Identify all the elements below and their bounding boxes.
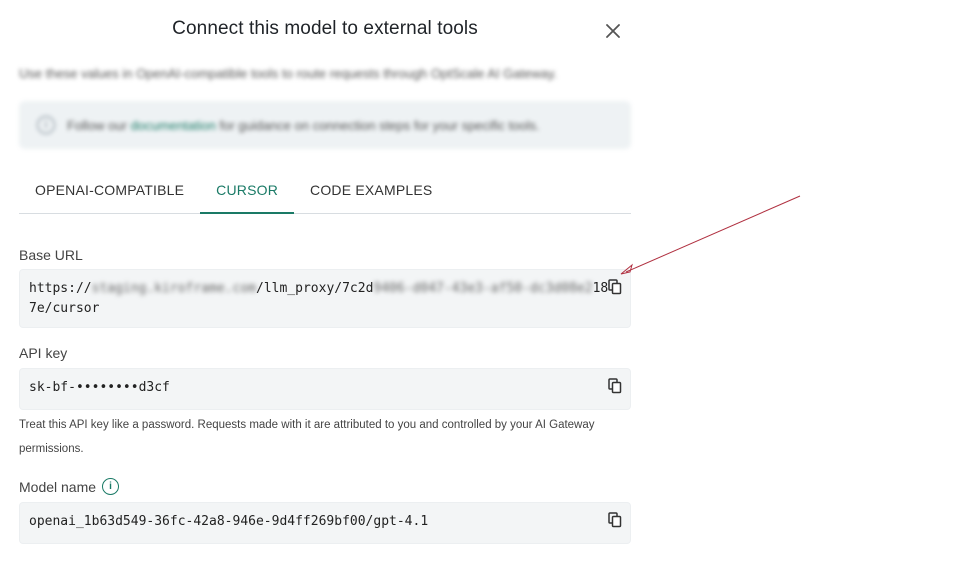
connect-dialog: Connect this model to external tools Use… [0,0,968,565]
api-key-value: sk-bf-••••••••d3cf [29,380,170,395]
base-url-scheme: https:// [29,281,92,296]
tab-cursor[interactable]: CURSOR [200,166,294,214]
dialog-subtitle: Use these values in OpenAI-compatible to… [19,66,558,81]
base-url-id-masked: 9406-d047-43e3-af50-dc3d08e2 [373,281,593,296]
documentation-link[interactable]: documentation [131,118,216,133]
info-icon[interactable]: i [102,478,120,495]
model-name-label: Model name i [19,478,120,495]
copy-model-name-button[interactable] [608,512,622,528]
api-key-field[interactable]: sk-bf-••••••••d3cf [19,368,631,410]
model-name-label-text: Model name [19,478,97,495]
model-name-field[interactable]: openai_1b63d549-36fc-42a8-946e-9d4ff269b… [19,502,631,544]
copy-base-url-button[interactable] [608,279,622,295]
model-name-value: openai_1b63d549-36fc-42a8-946e-9d4ff269b… [29,514,429,529]
api-key-label: API key [19,345,67,361]
base-url-field[interactable]: https://staging.kiroframe.com/llm_proxy/… [19,269,631,328]
base-url-label: Base URL [19,247,83,263]
copy-icon [608,378,622,394]
base-url-tail: 18 [592,281,609,296]
base-url-host-masked: staging.kiroframe.com [91,281,256,296]
api-key-label-text: API key [19,345,68,361]
api-key-helper-text: Treat this API key like a password. Requ… [19,419,595,455]
tab-openai-compatible[interactable]: OPENAI-COMPATIBLE [19,166,200,213]
base-url-path: /llm_proxy/7c2d [256,281,374,296]
base-url-line-2: 7e/cursor [29,301,100,316]
documentation-hint: i Follow our documentation for guidance … [19,101,631,149]
base-url-line-1: https://staging.kiroframe.com/llm_proxy/… [29,279,608,299]
hint-suffix: for guidance on connection steps for you… [215,117,540,133]
copy-api-key-button[interactable] [608,378,622,394]
copy-icon [608,279,622,295]
base-url-label-text: Base URL [19,247,83,263]
close-icon [606,24,620,38]
copy-icon [608,512,622,528]
tab-bar: OPENAI-COMPATIBLE CURSOR CODE EXAMPLES [19,166,631,214]
dialog-title: Connect this model to external tools [172,18,478,39]
documentation-hint-text: Follow our documentation for guidance on… [67,118,540,133]
info-icon: i [37,116,55,134]
hint-prefix: Follow our [67,117,131,133]
close-button[interactable] [603,21,623,41]
tab-code-examples[interactable]: CODE EXAMPLES [294,166,448,213]
